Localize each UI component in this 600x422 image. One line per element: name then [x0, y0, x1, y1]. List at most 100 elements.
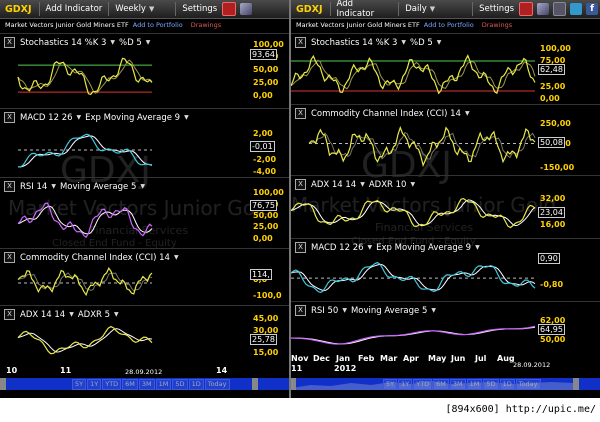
current-value-box: 76,75 — [250, 200, 277, 211]
range-button-1m[interactable]: 1M — [155, 379, 172, 390]
indicator-line — [291, 325, 536, 345]
left-add-indicator-button[interactable]: Add Indicator — [43, 4, 106, 14]
range-button-5y[interactable]: 5Y — [383, 379, 398, 390]
left-settings-button[interactable]: Settings — [179, 4, 220, 14]
current-value-box: 114, — [250, 269, 272, 280]
cube-icon[interactable] — [240, 3, 253, 15]
left-scroll-handle-right[interactable] — [252, 378, 258, 390]
range-button-3m[interactable]: 3M — [138, 379, 155, 390]
range-button-1m[interactable]: 1M — [466, 379, 483, 390]
cube-icon[interactable] — [536, 3, 549, 15]
y-axis-tick: 100,00 — [253, 188, 284, 197]
indicator-line — [291, 197, 536, 229]
y-axis-tick: 16,00 — [540, 220, 566, 229]
y-axis-tick: 25,00 — [253, 222, 279, 231]
indicator-chart — [17, 57, 153, 96]
right-indicator-panel-2: X Commodity Channel Index (CCI) 14 ▼ 250,00… — [291, 104, 600, 175]
right-scroll-handle-left[interactable] — [291, 378, 296, 390]
right-interval-select[interactable]: Daily ▼ — [402, 4, 438, 14]
range-button-5y[interactable]: 5Y — [72, 379, 87, 390]
range-button-5d[interactable]: 5D — [172, 379, 188, 390]
right-x-axis: Nov Dec Jan Feb Mar Apr May Jun Jul Aug … — [291, 354, 551, 373]
indicator-chart — [291, 325, 536, 345]
left-symbol[interactable]: GDXJ — [0, 4, 36, 15]
chevron-down-icon: ▼ — [429, 5, 436, 13]
range-button-today[interactable]: Today — [515, 379, 541, 390]
right-subtitle-bar: Market Vectors Junior Gold Miners ETF Ad… — [291, 19, 600, 31]
right-chart-pane: GDXJ Add Indicator Daily ▼ Settings f Mar… — [291, 0, 600, 398]
indicator-line — [308, 125, 536, 168]
range-button-today[interactable]: Today — [204, 379, 230, 390]
current-value-box: 23,04 — [538, 207, 565, 218]
range-button-3m[interactable]: 3M — [449, 379, 466, 390]
y-axis-tick: 25,00 — [540, 82, 566, 91]
left-x-axis: 10 11 28.09.2012 14 — [6, 366, 228, 376]
y-axis-tick: 15,00 — [253, 348, 279, 357]
bird-icon[interactable] — [570, 3, 583, 15]
left-range-scrollbar[interactable]: 5Y 1Y YTD 6M 3M 1M 5D 1D Today — [0, 378, 289, 390]
y-axis-tick: 0,00 — [253, 91, 273, 100]
range-button-ytd[interactable]: YTD — [413, 379, 433, 390]
y-axis-tick: -2,00 — [253, 155, 277, 164]
y-axis-tick: 0,00 — [540, 94, 560, 103]
range-button-1y[interactable]: 1Y — [87, 379, 102, 390]
indicator-line — [291, 261, 536, 294]
left-add-to-portfolio-link[interactable]: Add to Portfolio — [133, 21, 183, 29]
range-button-ytd[interactable]: YTD — [102, 379, 122, 390]
left-indicator-panel-2: X MACD 12 26 ▼ Exp Moving Average 9 ▼ 2,00 -2,… — [0, 108, 289, 177]
left-security-name: Market Vectors Junior Gold Miners ETF — [5, 21, 129, 29]
left-scroll-handle-left[interactable] — [0, 378, 6, 390]
indicator-chart — [308, 125, 536, 168]
y-axis-tick: 50,00 — [253, 211, 279, 220]
alarm-clock-icon[interactable] — [222, 2, 237, 16]
y-axis-tick: 100,00 — [253, 40, 284, 49]
indicator-chart — [291, 197, 536, 229]
range-button-1d[interactable]: 1D — [499, 379, 515, 390]
right-indicator-panel-5: X RSI 50 ▼ Moving Average 5 ▼ 62,00 50,00 64,95 — [291, 301, 600, 348]
right-scroll-handle-right[interactable] — [573, 378, 579, 390]
y-axis-tick: 25,00 — [253, 78, 279, 87]
indicator-chart — [291, 54, 536, 95]
indicator-chart — [17, 266, 153, 297]
right-drawings-link[interactable]: Drawings — [482, 21, 512, 29]
right-range-scrollbar[interactable]: 5Y 1Y YTD 6M 3M 1M 5D 1D Today — [291, 378, 600, 390]
right-indicator-panel-3: XADX 14 14▼ADXR 10▼32,0024,0016,0023,04 — [291, 175, 600, 238]
left-indicator-panel-3: XRSI 14▼Moving Average 5▼100,0075,0050,0… — [0, 177, 289, 248]
left-chart-pane: GDXJ Add Indicator Weekly ▼ Settings Mark… — [0, 0, 292, 398]
right-toolbar: GDXJ Add Indicator Daily ▼ Settings f — [291, 0, 600, 19]
signal-line — [17, 272, 153, 292]
right-indicator-panel-1: X Stochastics 14 %K 3 ▼ %D 5 ▼ 100,00 75,00 25,… — [291, 33, 600, 104]
right-symbol[interactable]: GDXJ — [291, 4, 327, 15]
indicator-line — [17, 266, 153, 297]
left-drawings-link[interactable]: Drawings — [191, 21, 221, 29]
range-button-5d[interactable]: 5D — [483, 379, 499, 390]
right-settings-button[interactable]: Settings — [476, 4, 517, 14]
footer-text: [894x600] http://upic.me/ — [445, 404, 596, 415]
y-axis-tick: 50,00 — [540, 335, 566, 344]
indicator-chart — [17, 202, 153, 239]
y-axis-tick: 250,00 — [540, 119, 571, 128]
left-interval-select[interactable]: Weekly ▼ — [112, 4, 157, 14]
range-button-1d[interactable]: 1D — [188, 379, 204, 390]
right-add-indicator-button[interactable]: Add Indicator — [334, 0, 396, 19]
indicator-line — [17, 202, 153, 239]
range-button-1y[interactable]: 1Y — [398, 379, 413, 390]
monitor-icon[interactable] — [552, 2, 567, 16]
left-indicator-panel-5: X ADX 14 14 ▼ ADXR 5 ▼ 45,00 30,00 15,00 25,78 — [0, 305, 289, 364]
left-toolbar: GDXJ Add Indicator Weekly ▼ Settings — [0, 0, 289, 19]
range-button-6m[interactable]: 6M — [433, 379, 449, 390]
alarm-clock-icon[interactable] — [519, 2, 533, 16]
current-value-box: 62,48 — [538, 64, 565, 75]
range-button-6m[interactable]: 6M — [122, 379, 138, 390]
current-value-box: 25,78 — [250, 334, 277, 345]
signal-line — [291, 199, 536, 227]
right-indicator-panel-4: X MACD 12 26 ▼ Exp Moving Average 9 ▼ -0,80 0,… — [291, 238, 600, 301]
y-axis-tick: -0,80 — [540, 280, 564, 289]
current-value-box: 50,08 — [538, 137, 565, 148]
y-axis-tick: 2,00 — [253, 129, 273, 138]
indicator-line — [17, 325, 153, 355]
y-axis-tick: 32,00 — [540, 194, 566, 203]
right-add-to-portfolio-link[interactable]: Add to Portfolio — [424, 21, 474, 29]
indicator-chart — [17, 325, 153, 355]
facebook-icon[interactable]: f — [586, 3, 599, 15]
